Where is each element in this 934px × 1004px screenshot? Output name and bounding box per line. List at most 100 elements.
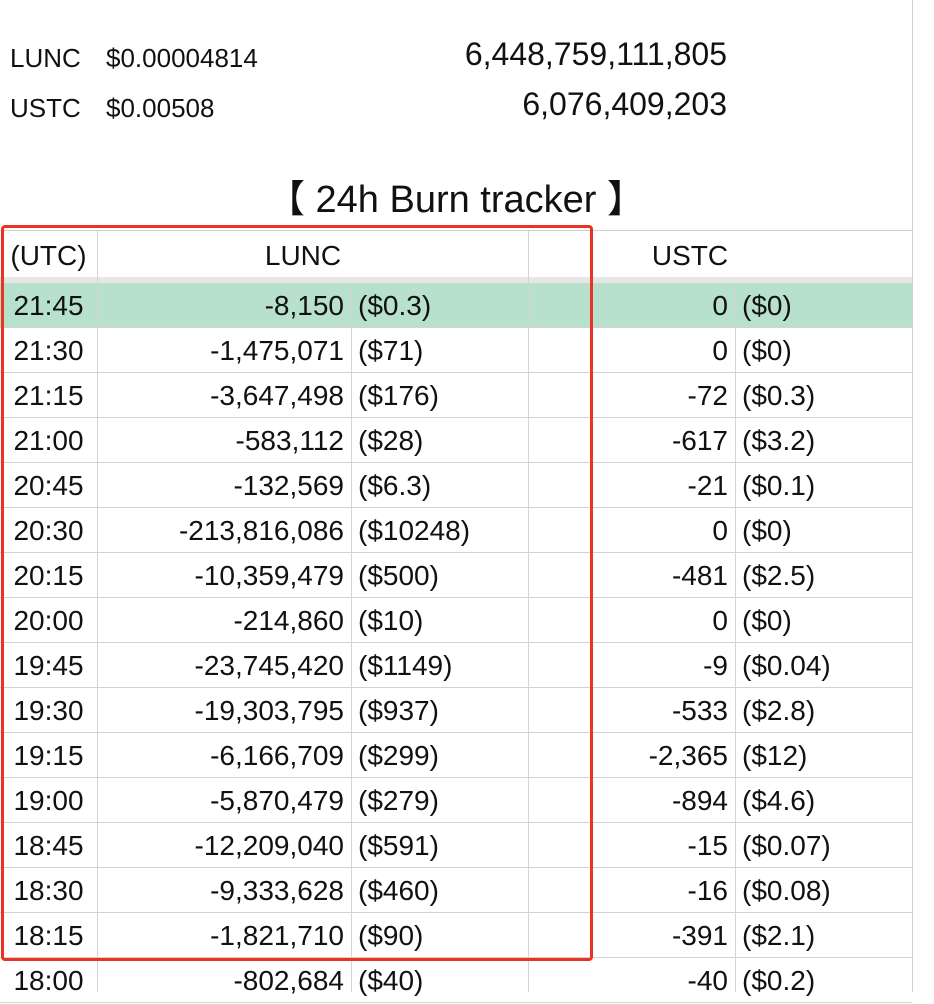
table-row[interactable]: 20:15 -10,359,479 ($500) -481 ($2.5)	[0, 553, 912, 598]
cell-ustc-burn[interactable]: -9	[530, 643, 728, 687]
cell-ustc-burn[interactable]: -617	[530, 418, 728, 462]
table-row[interactable]: 19:00 -5,870,479 ($279) -894 ($4.6)	[0, 778, 912, 823]
cell-ustc-burn[interactable]: -481	[530, 553, 728, 597]
cell-time[interactable]: 21:15	[0, 373, 97, 417]
cell-ustc-usd[interactable]: ($2.1)	[742, 913, 912, 957]
cell-ustc-burn[interactable]: -72	[530, 373, 728, 417]
cell-ustc-burn[interactable]: -15	[530, 823, 728, 867]
cell-lunc-burn[interactable]: -583,112	[98, 418, 344, 462]
table-row[interactable]: 20:30 -213,816,086 ($10248) 0 ($0)	[0, 508, 912, 553]
cell-time[interactable]: 19:15	[0, 733, 97, 777]
cell-time[interactable]: 21:45	[0, 283, 97, 327]
table-row[interactable]: 18:45 -12,209,040 ($591) -15 ($0.07)	[0, 823, 912, 868]
cell-lunc-usd[interactable]: ($6.3)	[358, 463, 528, 507]
cell-lunc-burn[interactable]: -6,166,709	[98, 733, 344, 777]
cell-time[interactable]: 20:45	[0, 463, 97, 507]
cell-lunc-usd[interactable]: ($500)	[358, 553, 528, 597]
cell-ustc-burn[interactable]: 0	[530, 598, 728, 642]
cell-ustc-burn[interactable]: 0	[530, 283, 728, 327]
cell-lunc-usd[interactable]: ($279)	[358, 778, 528, 822]
cell-ustc-burn[interactable]: -894	[530, 778, 728, 822]
table-row[interactable]: 19:45 -23,745,420 ($1149) -9 ($0.04)	[0, 643, 912, 688]
cell-time[interactable]: 21:00	[0, 418, 97, 462]
cell-lunc-burn[interactable]: -3,647,498	[98, 373, 344, 417]
cell-ustc-usd[interactable]: ($0.07)	[742, 823, 912, 867]
cell-time[interactable]: 19:00	[0, 778, 97, 822]
cell-lunc-burn[interactable]: -214,860	[98, 598, 344, 642]
table-row[interactable]: 20:45 -132,569 ($6.3) -21 ($0.1)	[0, 463, 912, 508]
cell-ustc-usd[interactable]: ($0.3)	[742, 373, 912, 417]
grid-line	[735, 283, 736, 992]
cell-ustc-usd[interactable]: ($0)	[742, 328, 912, 372]
table-row[interactable]: 21:15 -3,647,498 ($176) -72 ($0.3)	[0, 373, 912, 418]
cell-ustc-burn[interactable]: -16	[530, 868, 728, 912]
cell-time[interactable]: 19:30	[0, 688, 97, 732]
cell-ustc-usd[interactable]: ($3.2)	[742, 418, 912, 462]
cell-ustc-usd[interactable]: ($0.08)	[742, 868, 912, 912]
table-row[interactable]: 21:45 -8,150 ($0.3) 0 ($0)	[0, 283, 912, 328]
cell-lunc-burn[interactable]: -1,475,071	[98, 328, 344, 372]
cell-lunc-burn[interactable]: -19,303,795	[98, 688, 344, 732]
cell-lunc-usd[interactable]: ($0.3)	[358, 283, 528, 327]
cell-lunc-usd[interactable]: ($40)	[358, 958, 528, 1002]
cell-lunc-burn[interactable]: -12,209,040	[98, 823, 344, 867]
cell-ustc-usd[interactable]: ($0.1)	[742, 463, 912, 507]
cell-lunc-usd[interactable]: ($1149)	[358, 643, 528, 687]
table-row[interactable]: 18:30 -9,333,628 ($460) -16 ($0.08)	[0, 868, 912, 913]
cell-ustc-usd[interactable]: ($0)	[742, 283, 912, 327]
cell-lunc-burn[interactable]: -10,359,479	[98, 553, 344, 597]
cell-ustc-usd[interactable]: ($2.8)	[742, 688, 912, 732]
cell-lunc-usd[interactable]: ($10)	[358, 598, 528, 642]
cell-ustc-usd[interactable]: ($0.2)	[742, 958, 912, 1002]
cell-lunc-usd[interactable]: ($28)	[358, 418, 528, 462]
cell-lunc-usd[interactable]: ($176)	[358, 373, 528, 417]
table-row[interactable]: 20:00 -214,860 ($10) 0 ($0)	[0, 598, 912, 643]
cell-ustc-burn[interactable]: -391	[530, 913, 728, 957]
cell-lunc-burn[interactable]: -23,745,420	[98, 643, 344, 687]
cell-lunc-burn[interactable]: -802,684	[98, 958, 344, 1002]
cell-time[interactable]: 21:30	[0, 328, 97, 372]
cell-time[interactable]: 18:45	[0, 823, 97, 867]
table-row[interactable]: 18:00 -802,684 ($40) -40 ($0.2)	[0, 958, 912, 1003]
cell-time[interactable]: 20:30	[0, 508, 97, 552]
cell-lunc-burn[interactable]: -132,569	[98, 463, 344, 507]
cell-lunc-usd[interactable]: ($71)	[358, 328, 528, 372]
table-row[interactable]: 19:30 -19,303,795 ($937) -533 ($2.8)	[0, 688, 912, 733]
cell-lunc-usd[interactable]: ($10248)	[358, 508, 528, 552]
cell-ustc-usd[interactable]: ($2.5)	[742, 553, 912, 597]
cell-ustc-burn[interactable]: 0	[530, 328, 728, 372]
cell-time[interactable]: 20:00	[0, 598, 97, 642]
cell-lunc-burn[interactable]: -8,150	[98, 283, 344, 327]
cell-time[interactable]: 18:15	[0, 913, 97, 957]
cell-lunc-burn[interactable]: -5,870,479	[98, 778, 344, 822]
cell-lunc-usd[interactable]: ($591)	[358, 823, 528, 867]
cell-lunc-burn[interactable]: -9,333,628	[98, 868, 344, 912]
symbol-label: USTC	[10, 92, 81, 123]
cell-lunc-usd[interactable]: ($460)	[358, 868, 528, 912]
cell-ustc-usd[interactable]: ($0.04)	[742, 643, 912, 687]
cell-ustc-burn[interactable]: 0	[530, 508, 728, 552]
table-row[interactable]: 21:00 -583,112 ($28) -617 ($3.2)	[0, 418, 912, 463]
table-row[interactable]: 21:30 -1,475,071 ($71) 0 ($0)	[0, 328, 912, 373]
supply-value-ustc: 6,076,409,203	[522, 86, 727, 122]
table-row[interactable]: 18:15 -1,821,710 ($90) -391 ($2.1)	[0, 913, 912, 958]
cell-time[interactable]: 19:45	[0, 643, 97, 687]
cell-time[interactable]: 18:30	[0, 868, 97, 912]
cell-lunc-usd[interactable]: ($937)	[358, 688, 528, 732]
cell-lunc-burn[interactable]: -1,821,710	[98, 913, 344, 957]
cell-lunc-burn[interactable]: -213,816,086	[98, 508, 344, 552]
cell-ustc-usd[interactable]: ($4.6)	[742, 778, 912, 822]
cell-ustc-usd[interactable]: ($0)	[742, 508, 912, 552]
price-row-ustc: USTC $0.00508	[10, 88, 214, 128]
cell-time[interactable]: 20:15	[0, 553, 97, 597]
cell-ustc-burn[interactable]: -40	[530, 958, 728, 1002]
cell-ustc-burn[interactable]: -21	[530, 463, 728, 507]
cell-lunc-usd[interactable]: ($90)	[358, 913, 528, 957]
cell-ustc-usd[interactable]: ($0)	[742, 598, 912, 642]
table-row[interactable]: 19:15 -6,166,709 ($299) -2,365 ($12)	[0, 733, 912, 778]
cell-ustc-burn[interactable]: -2,365	[530, 733, 728, 777]
cell-ustc-burn[interactable]: -533	[530, 688, 728, 732]
cell-time[interactable]: 18:00	[0, 958, 97, 1002]
cell-ustc-usd[interactable]: ($12)	[742, 733, 912, 777]
cell-lunc-usd[interactable]: ($299)	[358, 733, 528, 777]
